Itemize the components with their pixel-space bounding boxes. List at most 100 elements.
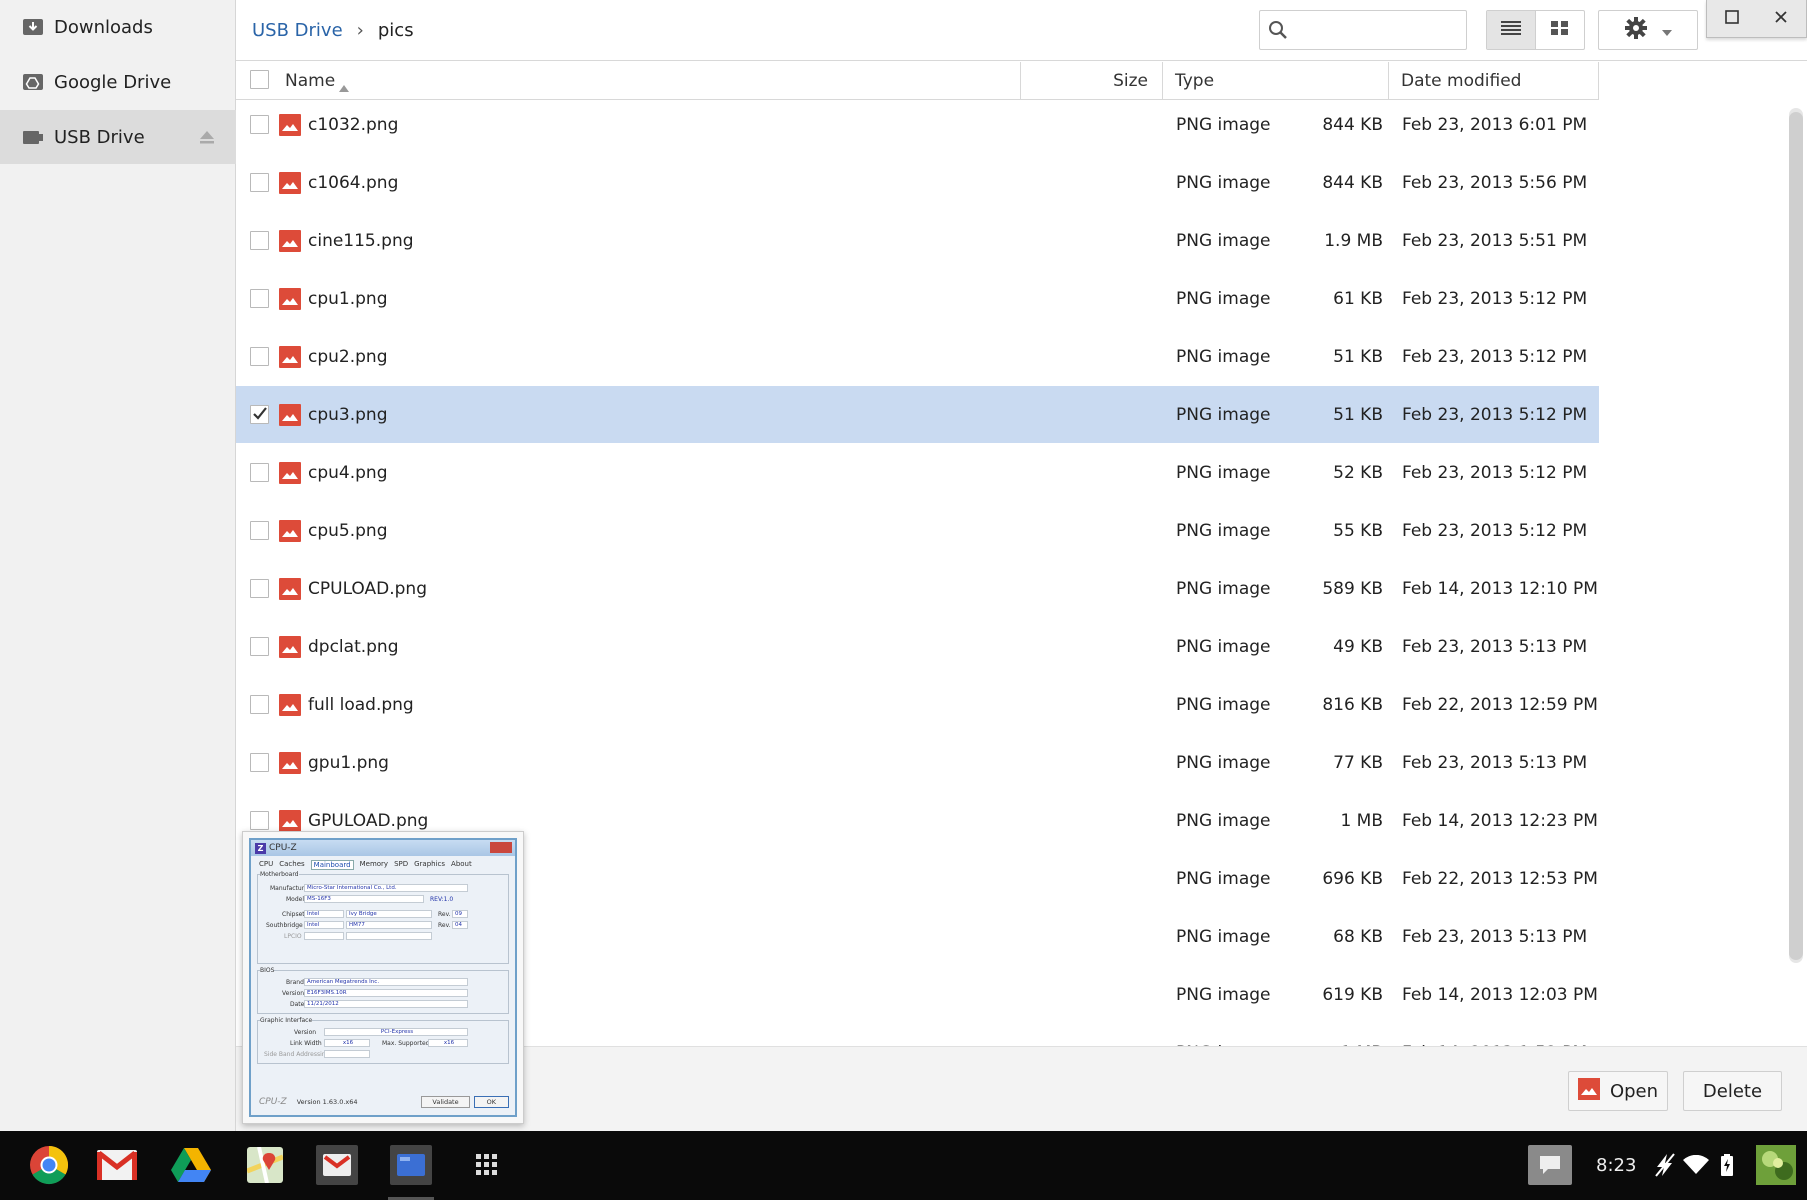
breadcrumb-current[interactable]: pics: [378, 20, 414, 41]
image-file-icon: [279, 636, 301, 658]
row-checkbox[interactable]: [250, 579, 269, 598]
google-drive-icon[interactable]: [170, 1145, 212, 1185]
app-launcher-icon[interactable]: [466, 1145, 508, 1185]
preview-brand: CPU-Z: [259, 1097, 287, 1107]
image-file-icon: [279, 578, 301, 600]
scrollbar-thumb[interactable]: [1789, 112, 1803, 960]
eject-icon[interactable]: [198, 129, 216, 145]
chrome-icon[interactable]: [28, 1145, 70, 1185]
row-checkbox[interactable]: [250, 637, 269, 656]
image-file-icon: [279, 462, 301, 484]
maximize-button[interactable]: [1707, 0, 1757, 37]
close-button[interactable]: [1757, 0, 1807, 37]
file-date: Feb 23, 2013 5:12 PM: [1402, 462, 1588, 483]
row-checkbox[interactable]: [250, 405, 269, 424]
table-row[interactable]: c1032.png 844 KB PNG image Feb 23, 2013 6:0…: [236, 100, 1599, 153]
file-type: PNG image: [1176, 346, 1271, 367]
column-header-name[interactable]: Name: [236, 62, 1021, 100]
delete-button[interactable]: Delete: [1683, 1071, 1782, 1111]
file-name: c1032.png: [308, 114, 399, 135]
preview-tabs: CPU Caches Mainboard Memory SPD Graphics About: [251, 856, 515, 870]
preview-label: Graphic Interface: [260, 1017, 313, 1024]
sidebar-item-usb-drive[interactable]: USB Drive: [0, 110, 236, 164]
preview-field: [304, 932, 344, 940]
preview-label: Chipset: [282, 911, 305, 918]
table-row[interactable]: gpu1.png 77 KB PNG image Feb 23, 2013 5:13 …: [236, 734, 1599, 791]
gmail-icon[interactable]: [96, 1145, 138, 1185]
column-header-type[interactable]: Type: [1163, 62, 1389, 100]
gear-icon: [1624, 16, 1648, 44]
table-row[interactable]: cine115.png 1.9 MB PNG image Feb 23, 2013 5…: [236, 212, 1599, 269]
file-type: PNG image: [1176, 578, 1271, 599]
open-button[interactable]: Open: [1568, 1071, 1668, 1111]
table-row[interactable]: full load.png 816 KB PNG image Feb 22, 2013…: [236, 676, 1599, 733]
file-name: CPULOAD.png: [308, 578, 427, 599]
column-header-date[interactable]: Date modified: [1389, 62, 1599, 100]
row-checkbox[interactable]: [250, 695, 269, 714]
preview-field: [324, 1050, 370, 1058]
row-checkbox[interactable]: [250, 173, 269, 192]
file-type: PNG image: [1176, 114, 1271, 135]
table-row[interactable]: cpu5.png 55 KB PNG image Feb 23, 2013 5:12 …: [236, 502, 1599, 559]
wifi-icon[interactable]: [1678, 1145, 1714, 1185]
file-date: Feb 23, 2013 5:13 PM: [1402, 926, 1588, 947]
row-checkbox[interactable]: [250, 811, 269, 830]
image-file-icon: [279, 520, 301, 542]
row-checkbox[interactable]: [250, 347, 269, 366]
avatar[interactable]: [1756, 1145, 1796, 1185]
file-type: PNG image: [1176, 404, 1271, 425]
select-all-checkbox[interactable]: [250, 70, 269, 89]
preview-footer: CPU-Z Version 1.63.0.x64 Validate OK: [259, 1095, 509, 1109]
table-row[interactable]: cpu1.png 61 KB PNG image Feb 23, 2013 5:12 …: [236, 270, 1599, 327]
table-row[interactable]: cpu2.png 51 KB PNG image Feb 23, 2013 5:12 …: [236, 328, 1599, 385]
preview-tab: Memory: [359, 860, 389, 868]
row-checkbox[interactable]: [250, 753, 269, 772]
gmail-window-icon[interactable]: [316, 1145, 358, 1185]
row-checkbox[interactable]: [250, 463, 269, 482]
file-date: Feb 14, 2013 12:10 PM: [1402, 578, 1598, 599]
preview-label: Date: [290, 1001, 305, 1008]
settings-menu-button[interactable]: [1598, 10, 1698, 50]
breadcrumb-root[interactable]: USB Drive: [252, 20, 343, 41]
image-file-icon: [279, 694, 301, 716]
table-row[interactable]: dpclat.png 49 KB PNG image Feb 23, 2013 5:1…: [236, 618, 1599, 675]
row-checkbox[interactable]: [250, 289, 269, 308]
file-type: PNG image: [1176, 868, 1271, 889]
list-view-icon: [1501, 20, 1521, 40]
search-box[interactable]: [1259, 10, 1467, 50]
row-checkbox[interactable]: [250, 521, 269, 540]
sidebar-item-downloads[interactable]: Downloads: [0, 0, 236, 54]
file-type: PNG image: [1176, 230, 1271, 251]
files-app-icon[interactable]: [390, 1145, 432, 1185]
preview-field: MS-16F3: [304, 895, 424, 903]
file-date: Feb 23, 2013 5:12 PM: [1402, 288, 1588, 309]
table-row[interactable]: c1064.png 844 KB PNG image Feb 23, 2013 5:5…: [236, 154, 1599, 211]
file-name: gpu1.png: [308, 752, 389, 773]
clock[interactable]: 8:23: [1596, 1131, 1636, 1200]
notification-icon[interactable]: [1528, 1145, 1572, 1185]
no-sync-icon[interactable]: [1650, 1145, 1680, 1185]
battery-icon[interactable]: [1714, 1145, 1740, 1185]
preview-field: 04: [452, 921, 468, 929]
maps-icon[interactable]: [244, 1145, 286, 1185]
sidebar-item-google-drive[interactable]: Google Drive: [0, 55, 236, 109]
image-file-icon: [279, 288, 301, 310]
column-header-size[interactable]: Size: [1021, 62, 1163, 100]
table-row[interactable]: cpu3.png 51 KB PNG image Feb 23, 2013 5:12 …: [236, 386, 1599, 443]
delete-button-label: Delete: [1702, 1080, 1763, 1102]
grid-view-button[interactable]: [1536, 11, 1584, 49]
file-date: Feb 23, 2013 5:56 PM: [1402, 172, 1588, 193]
file-type: PNG image: [1176, 636, 1271, 657]
search-input[interactable]: [1296, 17, 1460, 43]
row-checkbox[interactable]: [250, 231, 269, 250]
list-view-button[interactable]: [1487, 11, 1536, 49]
column-label-size: Size: [1113, 71, 1148, 91]
table-row[interactable]: cpu4.png 52 KB PNG image Feb 23, 2013 5:12 …: [236, 444, 1599, 501]
maximize-icon: [1724, 9, 1739, 28]
table-row[interactable]: CPULOAD.png 589 KB PNG image Feb 14, 2013 1…: [236, 560, 1599, 617]
thumbnail-preview: Z CPU-Z CPU Caches Mainboard Memory SPD Graph…: [242, 831, 524, 1124]
row-checkbox[interactable]: [250, 115, 269, 134]
image-file-icon: [1577, 1077, 1600, 1105]
scrollbar[interactable]: [1789, 108, 1803, 963]
preview-label: Rev.: [438, 922, 451, 929]
